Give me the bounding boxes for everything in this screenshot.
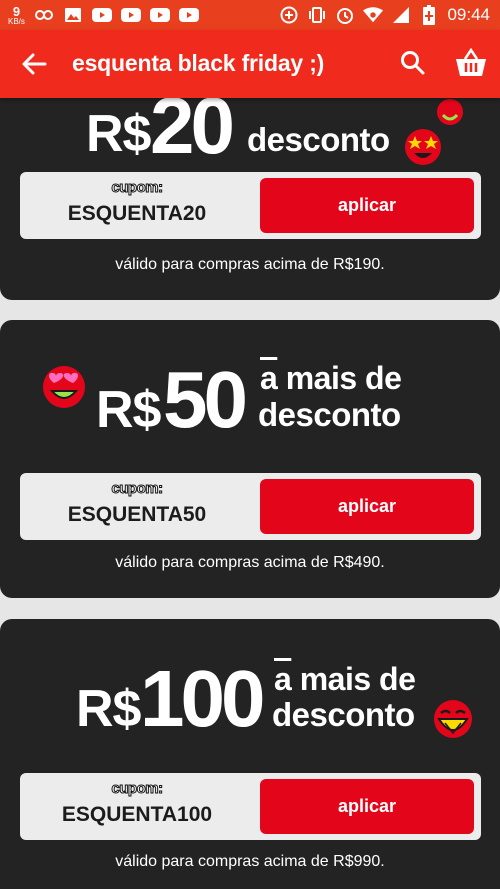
coupon-card: R$ 20 desconto cupom: ESQUENTA20 aplicar… (0, 98, 500, 300)
page-title: esquenta black friday ;) (72, 50, 325, 76)
a-mark: a (260, 360, 278, 396)
network-speed-value: 9 (12, 3, 21, 19)
discount-label: desconto (272, 696, 415, 733)
discount-label: desconto (247, 121, 390, 158)
battery-icon (419, 5, 439, 25)
discount-banner: R$ 100 a mais de desconto (0, 619, 500, 764)
youtube-icon (91, 7, 112, 23)
validity-text: válido para compras acima de R$190. (115, 256, 385, 273)
currency-symbol: R$ (96, 381, 161, 439)
coupon-label: cupom: (111, 179, 164, 197)
data-saver-icon (279, 6, 299, 24)
network-speed: 9 KB/s (8, 5, 25, 26)
coupon-code: ESQUENTA50 (67, 503, 207, 526)
youtube-icon (178, 7, 199, 23)
search-icon (401, 51, 425, 75)
youtube-icon (149, 7, 170, 23)
apply-coupon-button[interactable]: aplicar (260, 178, 474, 233)
vibrate-icon (307, 7, 327, 23)
apply-coupon-button[interactable]: aplicar (260, 479, 474, 534)
link-icon (34, 7, 54, 23)
app-toolbar: esquenta black friday ;) (0, 30, 500, 98)
coupon-box: cupom: ESQUENTA50 aplicar (20, 473, 481, 540)
validity-text: válido para compras acima de R$990. (115, 853, 385, 870)
status-bar: 9 KB/s 09:44 (0, 0, 500, 30)
more-discount-label: a mais de (260, 360, 402, 397)
coupon-card: R$ 50 a mais de desconto cupom: ESQUENTA… (0, 320, 500, 598)
discount-banner: R$ 50 a mais de desconto (0, 320, 500, 465)
signal-icon (391, 7, 411, 23)
coupon-box: cupom: ESQUENTA20 aplicar (20, 172, 481, 239)
a-mark: a (274, 661, 292, 697)
heart-eyes-emoji-icon (43, 366, 85, 408)
alarm-icon (335, 7, 355, 24)
currency-symbol: R$ (76, 680, 141, 738)
youtube-icon (120, 7, 141, 23)
laughing-emoji-icon (434, 700, 472, 738)
coupon-list[interactable]: R$ 20 desconto cupom: ESQUENTA20 aplicar… (0, 98, 500, 889)
star-eyes-emoji-icon (405, 129, 441, 165)
coupon-card: R$ 100 a mais de desconto cupom: ESQUENT… (0, 619, 500, 889)
wifi-icon (363, 7, 384, 23)
coupon-code: ESQUENTA20 (67, 202, 207, 225)
search-button[interactable] (394, 44, 432, 82)
coupon-code: ESQUENTA100 (61, 803, 213, 826)
image-notification-icon (63, 7, 83, 23)
emoji-icon (437, 99, 463, 125)
basket-icon (456, 48, 486, 76)
more-text: mais de (299, 661, 416, 697)
clock: 09:44 (447, 5, 490, 24)
coupon-label: cupom: (111, 780, 164, 798)
discount-label: desconto (258, 396, 401, 433)
discount-amount: 50 (163, 355, 248, 444)
basket-button[interactable] (450, 42, 492, 84)
more-text: mais de (285, 360, 402, 396)
apply-coupon-button[interactable]: aplicar (260, 779, 474, 834)
currency-symbol: R$ (86, 105, 151, 163)
coupon-box: cupom: ESQUENTA100 aplicar (20, 773, 481, 840)
more-discount-label: a mais de (274, 661, 416, 698)
back-button[interactable] (14, 46, 54, 82)
coupon-label: cupom: (111, 480, 164, 498)
network-speed-unit: KB/s (8, 16, 25, 26)
discount-amount: 100 (140, 654, 266, 743)
discount-amount: 20 (150, 98, 235, 170)
validity-text: válido para compras acima de R$490. (115, 554, 385, 571)
back-arrow-icon (22, 53, 47, 75)
